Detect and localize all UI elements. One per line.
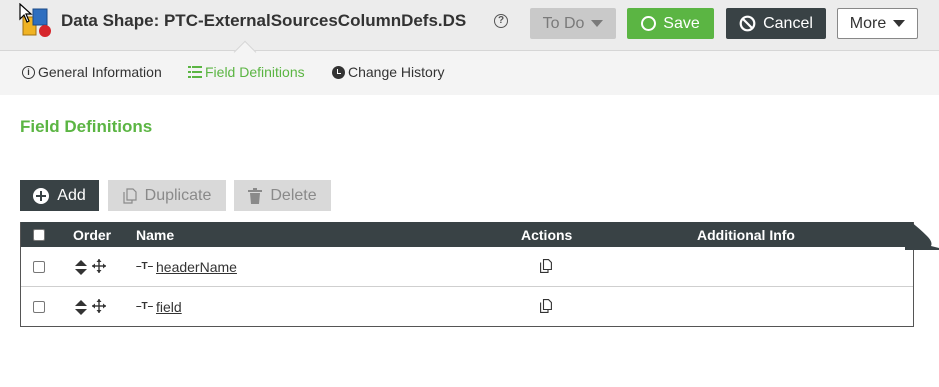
chevron-down-icon <box>591 20 604 27</box>
todo-button[interactable]: To Do <box>530 8 616 39</box>
copy-icon <box>123 187 137 204</box>
duplicate-button-label: Duplicate <box>144 186 212 204</box>
column-header-order[interactable]: Order <box>73 227 111 243</box>
sort-arrows-icon[interactable] <box>75 260 87 275</box>
grid-header: Order Name Actions Additional Info <box>21 222 913 247</box>
delete-button[interactable]: Delete <box>234 180 331 211</box>
row-checkbox[interactable] <box>33 301 45 313</box>
info-icon: i <box>22 65 35 79</box>
tab-field-definitions[interactable]: Field Definitions <box>188 64 305 80</box>
save-button-label: Save <box>663 14 700 32</box>
cancel-button[interactable]: Cancel <box>726 8 826 39</box>
trash-icon <box>248 187 263 204</box>
row-checkbox[interactable] <box>33 261 45 273</box>
table-row[interactable]: –T– field <box>21 287 913 327</box>
save-button[interactable]: Save <box>627 8 714 39</box>
tab-label: Change History <box>348 64 445 80</box>
page-title: Data Shape: PTC-ExternalSourcesColumnDef… <box>61 11 467 30</box>
field-name-link[interactable]: headerName <box>156 259 237 275</box>
field-definitions-grid: Order Name Actions Additional Info –T– h… <box>20 222 914 327</box>
more-button-label: More <box>849 14 887 32</box>
plus-circle-icon <box>33 187 50 204</box>
string-type-icon: –T– <box>136 301 154 312</box>
help-icon[interactable]: ? <box>494 14 508 28</box>
select-all-checkbox[interactable] <box>33 229 45 241</box>
tab-label: General Information <box>38 64 162 80</box>
field-name-link[interactable]: field <box>156 299 182 315</box>
move-icon[interactable] <box>92 259 106 273</box>
todo-button-label: To Do <box>542 14 585 32</box>
add-button-label: Add <box>57 186 86 204</box>
tab-general-information[interactable]: i General Information <box>22 64 162 80</box>
string-type-icon: –T– <box>136 261 154 272</box>
list-icon <box>188 66 202 78</box>
delete-button-label: Delete <box>270 186 317 204</box>
copy-icon[interactable] <box>540 299 552 313</box>
chevron-down-icon <box>893 20 906 27</box>
move-icon[interactable] <box>92 299 106 313</box>
duplicate-button[interactable]: Duplicate <box>108 180 226 211</box>
torn-edge-decoration <box>905 222 939 250</box>
section-title: Field Definitions <box>20 117 153 136</box>
ban-icon <box>739 15 756 32</box>
sort-arrows-icon[interactable] <box>75 300 87 315</box>
cancel-button-label: Cancel <box>763 14 813 32</box>
table-row[interactable]: –T– headerName <box>21 247 913 287</box>
tab-change-history[interactable]: Change History <box>332 64 445 80</box>
clock-icon <box>332 65 345 79</box>
mouse-cursor-icon <box>19 3 33 23</box>
add-button[interactable]: Add <box>20 180 99 211</box>
save-circle-icon <box>641 16 657 31</box>
column-header-additional-info: Additional Info <box>697 227 795 243</box>
more-button[interactable]: More <box>837 8 918 39</box>
column-header-name[interactable]: Name <box>136 227 174 243</box>
tab-label: Field Definitions <box>205 64 305 80</box>
column-header-actions: Actions <box>521 227 573 243</box>
copy-icon[interactable] <box>540 259 552 273</box>
